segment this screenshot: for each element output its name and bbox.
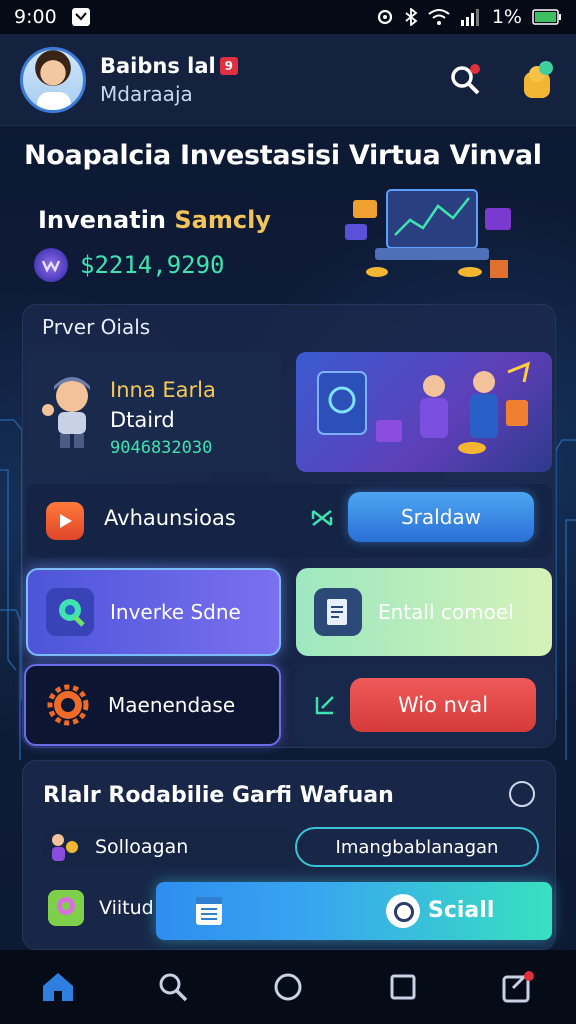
- search-icon[interactable]: [448, 63, 482, 97]
- target-icon: [386, 894, 420, 928]
- notification-icon: [71, 8, 90, 26]
- user-info: Baibns lal 9 Mdaraaja: [100, 54, 238, 106]
- user-summary-card[interactable]: Inna Earla Dtaird 9046832030: [26, 352, 281, 472]
- user-name-row: Baibns lal 9: [100, 54, 238, 78]
- investors-illustration: [317, 361, 531, 454]
- external-link-icon[interactable]: [314, 694, 336, 716]
- battery-percent: 1%: [491, 6, 522, 28]
- invest-icon: [46, 588, 94, 636]
- social-row[interactable]: Solloagan: [41, 827, 303, 867]
- balance-row: $2214,9290: [34, 248, 225, 282]
- primary-action-button[interactable]: Sraldaw: [348, 492, 534, 542]
- wifi-icon: [428, 9, 450, 25]
- call-to-action-bar[interactable]: Sciall: [156, 882, 552, 940]
- avatar[interactable]: [20, 46, 86, 113]
- nav-recents[interactable]: [383, 967, 423, 1007]
- page-title: Noapalcia Investasisi Virtua Vinval: [24, 140, 542, 171]
- play-row-label: Avhaunsioas: [104, 506, 236, 530]
- user-subtitle: Mdaraaja: [100, 81, 193, 106]
- user-name: Baibns lal: [100, 53, 216, 78]
- search-icon: [159, 973, 188, 1002]
- home-icon: [42, 973, 73, 1001]
- bluetooth-icon: [405, 8, 418, 26]
- people-icon: [52, 834, 78, 861]
- radio-button[interactable]: [509, 781, 535, 807]
- user-profile-icon[interactable]: [520, 60, 556, 100]
- email-tile[interactable]: Entall comoel: [296, 568, 552, 656]
- swap-icon[interactable]: [310, 506, 334, 530]
- virtual-row[interactable]: Viitud: [47, 889, 154, 927]
- social-row-button[interactable]: Imangbablanagan: [295, 827, 539, 867]
- invest-tile-label: Inverke Sdne: [110, 600, 241, 624]
- document-edit-icon: [314, 588, 362, 636]
- balance-label-main: Invenatin: [38, 206, 175, 234]
- balance-label-highlight: Samcly: [174, 206, 271, 234]
- mascot-icon: [42, 377, 90, 448]
- withdraw-button[interactable]: Wio nval: [350, 678, 536, 732]
- user-card-number: 9046832030: [110, 438, 213, 458]
- user-card-label: Dtaird: [110, 408, 175, 432]
- coin-icon: [34, 248, 68, 282]
- map-pin-icon: [48, 890, 84, 926]
- status-time: 9:00: [14, 6, 57, 28]
- calendar-icon: [196, 897, 222, 925]
- social-title: Rlalr Rodabilie Garfi Wafuan: [43, 783, 394, 808]
- social-row-label: Solloagan: [95, 836, 189, 858]
- withdraw-tile: Wio nval: [296, 664, 552, 746]
- overview-title: Prver Oials: [42, 315, 151, 339]
- nav-search[interactable]: [153, 967, 193, 1007]
- nav-share[interactable]: [498, 967, 538, 1007]
- invest-tile[interactable]: Inverke Sdne: [26, 568, 281, 656]
- status-bar: 9:00 1%: [0, 0, 576, 34]
- bottom-nav: [0, 950, 576, 1024]
- gear-icon: [44, 681, 92, 729]
- virtual-row-label: Viitud: [99, 897, 154, 919]
- nav-home-circle[interactable]: [268, 967, 308, 1007]
- cta-label: Sciall: [428, 898, 495, 923]
- balance-label: Invenatin Samcly: [38, 206, 271, 234]
- square-icon: [390, 974, 416, 1000]
- circle-icon: [274, 973, 302, 1001]
- battery-icon: [532, 9, 561, 25]
- investors-illustration-card[interactable]: [296, 352, 552, 472]
- play-icon[interactable]: [46, 502, 84, 540]
- balance-value: $2214,9290: [80, 251, 225, 279]
- user-card-name: Inna Earla: [110, 378, 216, 402]
- user-badge: 9: [219, 56, 238, 75]
- maintenance-tile[interactable]: Maenendase: [24, 664, 281, 746]
- laptop-chart-illustration: [345, 189, 511, 278]
- maintenance-tile-label: Maenendase: [108, 693, 236, 717]
- app-header: Baibns lal 9 Mdaraaja: [0, 34, 576, 126]
- share-icon: [502, 971, 535, 1003]
- play-row: Avhaunsioas Sraldaw: [26, 484, 552, 558]
- email-tile-label: Entall comoel: [378, 600, 514, 624]
- signal-icon: [460, 9, 479, 26]
- nav-home[interactable]: [38, 967, 78, 1007]
- sync-icon: [377, 9, 392, 25]
